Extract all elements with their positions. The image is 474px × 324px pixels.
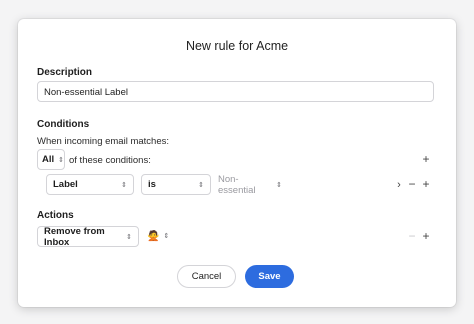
updown-chevron-icon: ⇕	[126, 233, 132, 241]
cancel-button[interactable]: Cancel	[177, 265, 236, 288]
updown-chevron-icon: ⇕	[198, 181, 204, 189]
condition-operator-select[interactable]: is ⇕	[141, 174, 211, 195]
action-emoji-select[interactable]: 🙅 ⇕	[147, 228, 169, 244]
emoji-value: 🙅	[147, 230, 160, 242]
updown-chevron-icon: ⇕	[276, 181, 282, 189]
chevron-right-icon[interactable]: ›	[393, 179, 405, 191]
add-action-plus-icon[interactable]: +	[420, 230, 432, 242]
updown-chevron-icon: ⇕	[121, 181, 127, 189]
condition-field-value: Label	[53, 179, 78, 190]
dialog-title: New rule for Acme	[185, 39, 289, 53]
add-condition-plus-icon[interactable]: +	[420, 178, 432, 190]
remove-action-minus-icon[interactable]: −	[406, 230, 418, 242]
actions-label: Actions	[37, 210, 74, 221]
description-label: Description	[37, 67, 93, 78]
match-suffix: of these conditions:	[69, 155, 151, 166]
condition-field-select[interactable]: Label ⇕	[46, 174, 134, 195]
remove-condition-minus-icon[interactable]: −	[406, 178, 418, 190]
new-rule-dialog: New rule for Acme Description Non-essent…	[18, 19, 456, 307]
action-value: Remove from Inbox	[44, 225, 105, 248]
add-condition-group-plus-icon[interactable]: +	[420, 153, 432, 165]
description-input[interactable]: Non-essential Label	[37, 81, 434, 102]
match-mode-select[interactable]: All ⇕	[37, 149, 65, 170]
condition-value: Non-essential	[218, 173, 256, 196]
save-button[interactable]: Save	[245, 265, 294, 288]
condition-value-select[interactable]: Non-essential ⇕	[214, 173, 286, 196]
updown-chevron-icon: ⇕	[58, 156, 65, 164]
action-select[interactable]: Remove from Inbox ⇕	[37, 225, 139, 248]
condition-operator-value: is	[148, 179, 156, 190]
conditions-label: Conditions	[37, 119, 90, 130]
updown-chevron-icon: ⇕	[163, 233, 170, 240]
match-mode-value: All	[42, 154, 55, 165]
conditions-intro: When incoming email matches:	[37, 136, 169, 147]
